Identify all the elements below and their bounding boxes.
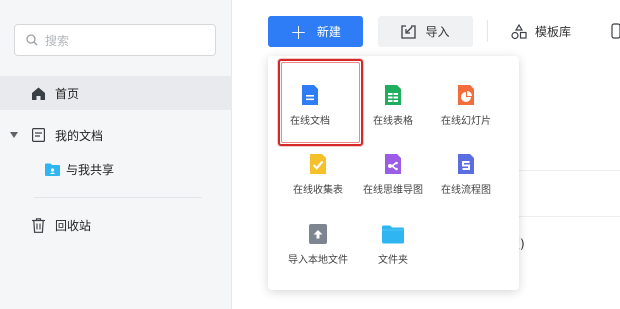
sidebar-item-label: 我的文档 [55,128,104,143]
form-icon [310,154,326,174]
import-button-label: 导入 [425,25,450,39]
app-window: 搜索 首页 我的文档 与我共享 回收站 + 新建 导入 模板库 在线文档 在线表… [0,0,620,309]
menu-item-folder[interactable]: 文件夹 [353,197,433,267]
sidebar-item-shared[interactable]: 与我共享 [0,152,232,186]
menu-item-online-flowchart[interactable]: 在线流程图 [426,127,506,197]
import-button[interactable]: 导入 [378,16,473,47]
menu-item-label: 在线表格 [373,116,413,127]
template-library-button[interactable]: 模板库 [511,16,571,47]
upload-icon [309,224,327,244]
trash-icon [29,216,47,234]
search-input[interactable]: 搜索 [14,24,216,56]
menu-item-online-sheet[interactable]: 在线表格 [353,58,433,128]
search-placeholder: 搜索 [45,33,70,48]
flowchart-icon [458,154,474,174]
menu-item-online-slides[interactable]: 在线幻灯片 [426,58,506,128]
menu-item-label: 在线幻灯片 [441,116,491,127]
mindmap-icon [385,154,401,174]
shared-folder-icon [43,160,61,178]
menu-item-label: 在线收集表 [293,185,343,196]
new-button[interactable]: + 新建 [268,16,363,47]
sidebar-item-label: 回收站 [55,218,92,233]
menu-item-label: 文件夹 [378,255,408,266]
sidebar-item-label: 与我共享 [66,162,115,177]
import-icon [401,24,417,39]
home-icon [29,84,47,102]
caret-down-icon[interactable] [8,126,20,144]
plus-icon: + [290,19,307,44]
folder-icon [382,225,404,244]
search-icon [26,34,38,46]
document-list-icon [29,126,47,144]
menu-item-import-local[interactable]: 导入本地文件 [278,197,358,267]
sidebar-divider [34,197,202,198]
menu-item-label: 在线流程图 [441,185,491,196]
menu-item-label: 导入本地文件 [288,255,348,266]
template-button-label: 模板库 [535,25,572,39]
sheet-icon [385,85,401,105]
sidebar-item-label: 首页 [55,86,80,101]
template-icon [511,23,527,39]
selection-highlight-inner [281,62,360,143]
sidebar-item-home[interactable]: 首页 [0,76,232,110]
sidebar-item-trash[interactable]: 回收站 [0,208,232,242]
menu-item-online-mindmap[interactable]: 在线思维导图 [353,127,433,197]
toolbar-divider [487,20,488,42]
sidebar: 搜索 首页 我的文档 与我共享 回收站 [0,0,232,309]
menu-item-label: 在线思维导图 [363,185,423,196]
new-button-label: 新建 [316,25,341,39]
more-tool-icon[interactable] [611,23,620,43]
sidebar-item-my-docs[interactable]: 我的文档 [0,118,232,152]
slides-icon [458,85,474,105]
